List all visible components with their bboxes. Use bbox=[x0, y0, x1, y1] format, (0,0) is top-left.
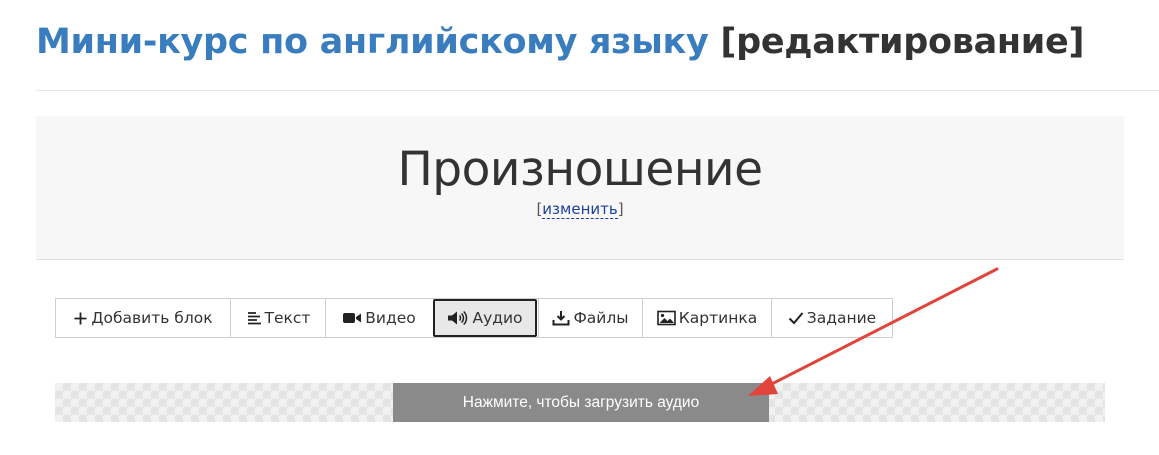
image-block-button[interactable]: Картинка bbox=[642, 299, 771, 337]
audio-block-button[interactable]: Аудио bbox=[433, 299, 537, 337]
lesson-title: Произношение bbox=[397, 142, 763, 197]
lesson-header: Произношение [изменить] bbox=[36, 116, 1124, 260]
files-block-button[interactable]: Файлы bbox=[538, 299, 642, 337]
edit-link-wrapper: [изменить] bbox=[36, 198, 1124, 220]
edit-mode-label: [редактирование] bbox=[720, 22, 1085, 62]
task-block-label: Задание bbox=[806, 309, 877, 327]
text-lines-icon bbox=[246, 311, 262, 326]
edit-lesson-title-link[interactable]: изменить bbox=[542, 200, 618, 219]
upload-audio-button[interactable]: Нажмите, чтобы загрузить аудио bbox=[393, 383, 769, 422]
title-divider bbox=[36, 90, 1159, 91]
add-block-label: Добавить блок bbox=[91, 309, 213, 327]
speaker-icon bbox=[447, 310, 469, 326]
checkmark-icon bbox=[788, 311, 804, 325]
video-camera-icon bbox=[342, 311, 362, 325]
image-icon bbox=[656, 310, 676, 326]
task-block-button[interactable]: Задание bbox=[771, 299, 892, 337]
download-icon bbox=[552, 310, 570, 326]
edit-bracket-close: ] bbox=[617, 200, 624, 218]
text-block-label: Текст bbox=[264, 309, 311, 327]
files-block-label: Файлы bbox=[573, 309, 629, 327]
page-title: Мини-курс по английскому языку [редактир… bbox=[36, 14, 1084, 70]
video-block-label: Видео bbox=[365, 309, 416, 327]
image-block-label: Картинка bbox=[678, 309, 758, 327]
video-block-button[interactable]: Видео bbox=[325, 299, 432, 337]
course-title-link[interactable]: Мини-курс по английскому языку bbox=[36, 22, 709, 62]
plus-icon bbox=[73, 311, 88, 326]
block-toolbar: Добавить блок Текст Видео Аудио Файлы Ка… bbox=[55, 298, 893, 338]
add-block-button[interactable]: Добавить блок bbox=[56, 299, 230, 337]
text-block-button[interactable]: Текст bbox=[230, 299, 325, 337]
audio-upload-area: Нажмите, чтобы загрузить аудио bbox=[55, 383, 1105, 422]
audio-block-label: Аудио bbox=[472, 309, 523, 327]
